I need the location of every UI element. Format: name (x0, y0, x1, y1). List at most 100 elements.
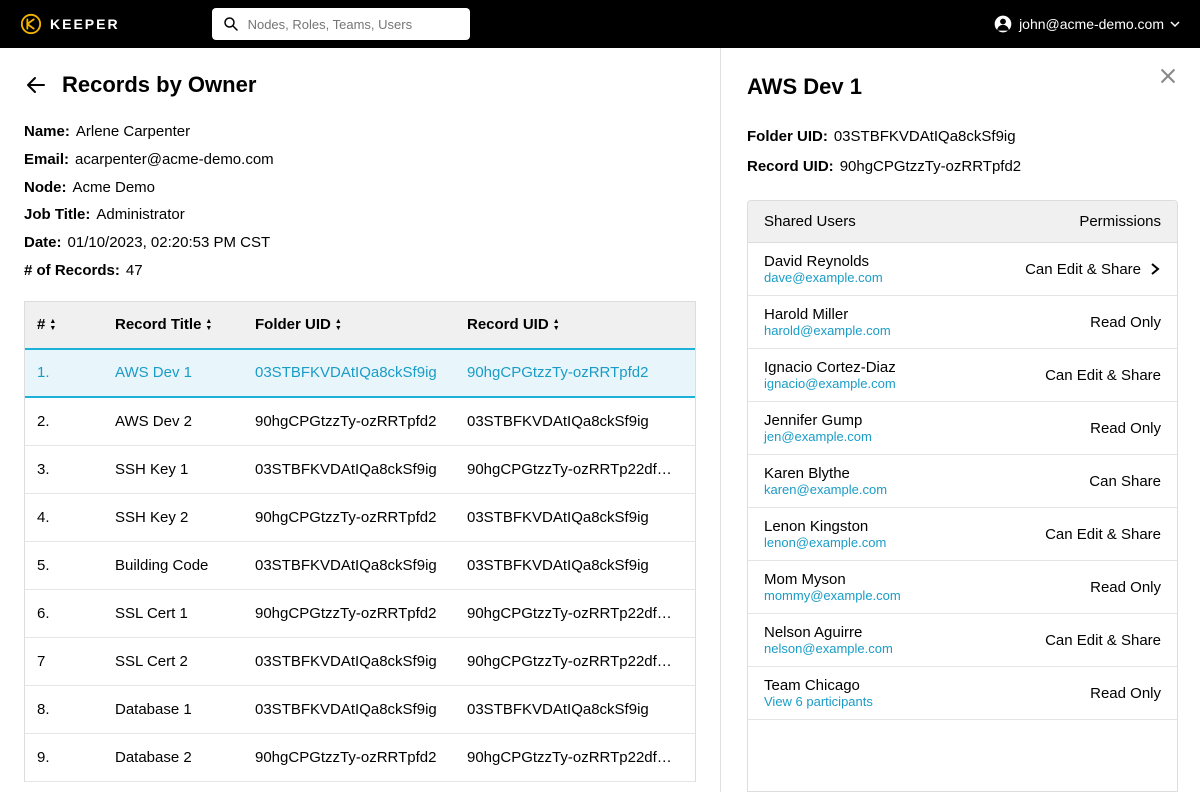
table-row[interactable]: 6.SSL Cert 190hgCPGtzzTy-ozRRTpfd290hgCP… (25, 590, 695, 638)
owner-node: Acme Demo (73, 179, 156, 196)
cell-folder-uid: 03STBFKVDAtIQa8ckSf9ig (255, 653, 467, 670)
shared-user-info: David Reynoldsdave@example.com (764, 253, 883, 285)
table-header-row: # Record Title Folder UID Record UID (25, 302, 695, 350)
owner-date: 01/10/2023, 02:20:53 PM CST (68, 234, 271, 251)
shared-user-row[interactable]: Jennifer Gumpjen@example.comRead Only (748, 402, 1177, 455)
table-row[interactable]: 8.Database 103STBFKVDAtIQa8ckSf9ig03STBF… (25, 686, 695, 734)
shared-user-row[interactable]: David Reynoldsdave@example.com Can Edit &… (748, 243, 1177, 296)
permission-cell[interactable]: Can Edit & Share (1045, 632, 1161, 649)
table-row[interactable]: 2.AWS Dev 290hgCPGtzzTy-ozRRTpfd203STBFK… (25, 398, 695, 446)
shared-user-row[interactable]: Harold Millerharold@example.com Read Only (748, 296, 1177, 349)
cell-num: 4. (37, 509, 115, 526)
shared-user-info: Ignacio Cortez-Diazignacio@example.com (764, 359, 896, 391)
owner-name: Arlene Carpenter (76, 123, 190, 140)
permission-text: Can Edit & Share (1045, 367, 1161, 384)
panel-meta: Folder UID: 03STBFKVDAtIQa8ckSf9ig Record… (747, 122, 1178, 182)
panel-title: AWS Dev 1 (747, 74, 1178, 100)
table-row[interactable]: 3.SSH Key 103STBFKVDAtIQa8ckSf9ig90hgCPG… (25, 446, 695, 494)
sort-icon (553, 318, 560, 332)
sort-icon (49, 318, 56, 332)
shared-user-row[interactable]: Nelson Aguirrenelson@example.com Can Edit… (748, 614, 1177, 667)
cell-num: 5. (37, 557, 115, 574)
cell-folder-uid: 90hgCPGtzzTy-ozRRTpfd2 (255, 413, 467, 430)
cell-num: 6. (37, 605, 115, 622)
user-menu[interactable]: john@acme-demo.com (993, 14, 1180, 34)
shared-user-email[interactable]: karen@example.com (764, 482, 887, 497)
col-header-record[interactable]: Record UID (467, 316, 683, 333)
cell-num: 1. (37, 364, 115, 381)
cell-title: AWS Dev 1 (115, 364, 255, 381)
cell-title: SSH Key 2 (115, 509, 255, 526)
close-icon[interactable] (1158, 66, 1178, 86)
shared-user-email[interactable]: nelson@example.com (764, 641, 893, 656)
cell-title: AWS Dev 2 (115, 413, 255, 430)
col-header-folder[interactable]: Folder UID (255, 316, 467, 333)
shared-user-name: Lenon Kingston (764, 518, 886, 535)
cell-record-uid: 03STBFKVDAtIQa8ckSf9ig (467, 701, 683, 718)
shared-user-row[interactable]: Team ChicagoView 6 participantsRead Only (748, 667, 1177, 720)
shared-team-link[interactable]: View 6 participants (764, 694, 873, 709)
label-email: Email: (24, 151, 69, 168)
detail-panel: AWS Dev 1 Folder UID: 03STBFKVDAtIQa8ckSf… (720, 48, 1200, 792)
shared-user-row[interactable]: Mom Mysonmommy@example.comRead Only (748, 561, 1177, 614)
search-box[interactable] (212, 8, 470, 40)
cell-record-uid: 03STBFKVDAtIQa8ckSf9ig (467, 509, 683, 526)
cell-num: 7 (37, 653, 115, 670)
permission-text: Can Edit & Share (1045, 632, 1161, 649)
shared-user-row[interactable]: Lenon Kingstonlenon@example.com Can Edit … (748, 508, 1177, 561)
user-avatar-icon (993, 14, 1013, 34)
panel-folder-uid: 03STBFKVDAtIQa8ckSf9ig (834, 128, 1016, 145)
top-bar: KEEPER john@acme-demo.com (0, 0, 1200, 48)
permission-cell[interactable]: Can Edit & Share (1045, 526, 1161, 543)
table-row[interactable]: 9.Database 290hgCPGtzzTy-ozRRTpfd290hgCP… (25, 734, 695, 782)
shared-user-name: David Reynolds (764, 253, 883, 270)
cell-record-uid: 90hgCPGtzzTy-ozRRTp22df… (467, 749, 683, 766)
shared-users-label: Shared Users (764, 213, 856, 230)
cell-title: Database 2 (115, 749, 255, 766)
shared-user-email[interactable]: ignacio@example.com (764, 376, 896, 391)
chevron-down-icon (1170, 19, 1180, 29)
shared-user-name: Harold Miller (764, 306, 891, 323)
shared-user-name: Nelson Aguirre (764, 624, 893, 641)
permission-cell[interactable]: Read Only (1090, 420, 1161, 437)
brand-logo[interactable]: KEEPER (20, 13, 120, 35)
cell-record-uid: 90hgCPGtzzTy-ozRRTp22df… (467, 605, 683, 622)
col-header-num[interactable]: # (37, 316, 115, 333)
shared-user-email[interactable]: jen@example.com (764, 429, 872, 444)
search-icon (222, 15, 240, 33)
permission-cell[interactable]: Read Only (1090, 579, 1161, 596)
permission-cell[interactable]: Can Share (1089, 473, 1161, 490)
label-folder-uid: Folder UID: (747, 128, 828, 145)
page-title: Records by Owner (62, 72, 256, 98)
cell-title: SSH Key 1 (115, 461, 255, 478)
keeper-logo-icon (20, 13, 42, 35)
panel-record-uid: 90hgCPGtzzTy-ozRRTpfd2 (840, 158, 1021, 175)
shared-user-email[interactable]: lenon@example.com (764, 535, 886, 550)
col-header-title[interactable]: Record Title (115, 316, 255, 333)
permission-cell[interactable]: Read Only (1090, 685, 1161, 702)
sort-icon (205, 318, 212, 332)
shared-user-info: Karen Blythekaren@example.com (764, 465, 887, 497)
shared-user-info: Harold Millerharold@example.com (764, 306, 891, 338)
permission-cell[interactable]: Can Edit & Share (1045, 367, 1161, 384)
cell-folder-uid: 03STBFKVDAtIQa8ckSf9ig (255, 701, 467, 718)
shared-user-row[interactable]: Ignacio Cortez-Diazignacio@example.com Ca… (748, 349, 1177, 402)
shared-user-email[interactable]: mommy@example.com (764, 588, 901, 603)
table-row[interactable]: 7SSL Cert 203STBFKVDAtIQa8ckSf9ig90hgCPG… (25, 638, 695, 686)
brand-name: KEEPER (50, 16, 120, 32)
table-row[interactable]: 5.Building Code03STBFKVDAtIQa8ckSf9ig03S… (25, 542, 695, 590)
top-bar-left: KEEPER (20, 8, 470, 40)
search-input[interactable] (248, 17, 460, 32)
label-date: Date: (24, 234, 62, 251)
shared-user-email[interactable]: dave@example.com (764, 270, 883, 285)
cell-record-uid: 90hgCPGtzzTy-ozRRTp22df… (467, 653, 683, 670)
shared-user-row[interactable]: Karen Blythekaren@example.com Can Share (748, 455, 1177, 508)
label-record-uid: Record UID: (747, 158, 834, 175)
back-arrow-icon[interactable] (24, 73, 48, 97)
shared-user-email[interactable]: harold@example.com (764, 323, 891, 338)
permission-cell[interactable]: Can Edit & Share (1025, 261, 1161, 278)
table-row[interactable]: 1.AWS Dev 103STBFKVDAtIQa8ckSf9ig90hgCPG… (25, 350, 695, 398)
permission-cell[interactable]: Read Only (1090, 314, 1161, 331)
main-pane: Records by Owner Name:Arlene Carpenter E… (0, 48, 720, 792)
table-row[interactable]: 4.SSH Key 290hgCPGtzzTy-ozRRTpfd203STBFK… (25, 494, 695, 542)
